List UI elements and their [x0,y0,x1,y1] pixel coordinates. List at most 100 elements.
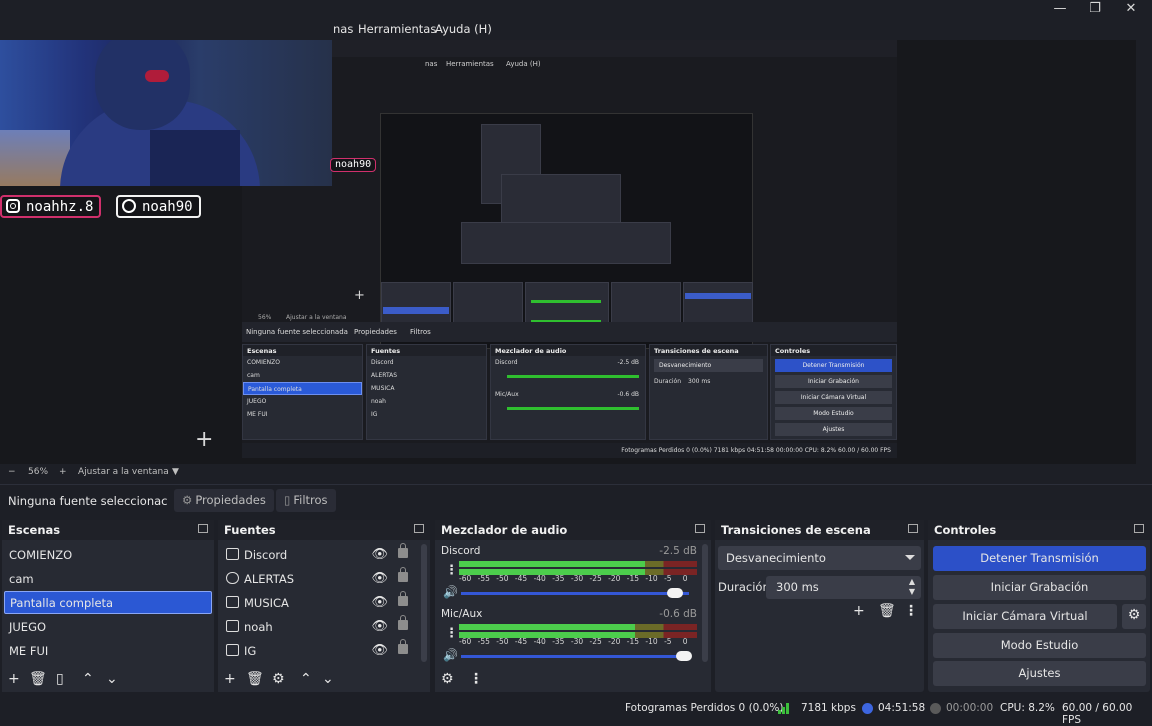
source-item-discord[interactable]: Discord 👁 [224,543,416,567]
trash-icon[interactable]: 🗑 [29,671,47,687]
lock-icon[interactable] [398,591,408,606]
scenes-title-label: Escenas [8,523,61,537]
status-bar: Fotogramas Perdidos 0 (0.0%) 7181 kbps 0… [0,696,1152,726]
slider-knob[interactable] [676,651,693,661]
crosshair-cursor-icon: + [195,427,214,452]
sources-footer: + 🗑 ⚙ ⌃ ⌄ [218,668,430,692]
menu-item-herramientas[interactable]: Herramientas [358,22,436,36]
scenes-footer: + 🗑 ▯ ⌃ ⌄ [2,668,214,692]
undock-icon[interactable] [414,524,424,533]
lock-icon[interactable] [398,543,408,558]
slider-track[interactable] [461,592,689,595]
sources-title: Fuentes [218,520,430,540]
maximize-icon[interactable]: ❐ [1078,0,1112,18]
volume-slider[interactable]: 🔊 [441,585,697,601]
lock-icon[interactable] [398,639,408,654]
chevron-up-icon[interactable]: ⌃ [82,671,94,687]
scene-item-comienzo[interactable]: COMIENZO [4,544,212,567]
lock-icon[interactable] [398,567,408,582]
slider-knob[interactable] [667,588,684,598]
transition-select[interactable]: Desvanecimiento [718,546,921,570]
kebab-menu-icon[interactable]: ⋮ [469,671,483,687]
speaker-icon[interactable]: 🔊 [443,585,458,599]
gear-icon[interactable]: ⚙ [272,671,285,687]
stop-streaming-button[interactable]: Detener Transmisión [933,546,1146,571]
nested-scenes-title: Escenas [243,345,362,356]
scene-item-me-fui[interactable]: ME FUI [4,640,212,663]
filter-icon[interactable]: ▯ [56,671,64,687]
zoom-in-button[interactable]: + [59,467,67,477]
lock-icon[interactable] [398,615,408,630]
stream-preview[interactable]: nas Herramientas Ayuda (H) 56% Ajustar a… [0,40,1136,464]
nested-transitions-title: Transiciones de escena [650,345,767,356]
chevron-down-icon[interactable]: ▼ [172,467,179,477]
close-icon[interactable]: ✕ [1114,0,1148,18]
chevron-up-icon[interactable]: ⌃ [300,671,312,687]
start-recording-button[interactable]: Iniciar Grabación [933,575,1146,600]
undock-icon[interactable] [908,524,918,533]
gear-icon[interactable]: ⚙ [1122,604,1146,629]
mixer-scrollbar[interactable] [702,544,708,662]
source-label: noah [244,620,273,634]
stream-time: 04:51:58 [878,702,926,714]
chevron-down-icon[interactable]: ⌄ [322,671,334,687]
kebab-menu-icon[interactable]: ⋮ [445,563,458,578]
preview-scrollbar[interactable] [1136,40,1152,464]
scene-item-juego[interactable]: JUEGO [4,616,212,639]
nested-sources-title: Fuentes [367,345,486,356]
fit-to-window-button[interactable]: Ajustar a la ventana [78,467,169,477]
mixer-settings-icon[interactable]: ⚙ [441,671,454,687]
nested-status-bar: Fotogramas Perdidos 0 (0.0%) 7181 kbps 0… [242,443,897,458]
volume-slider[interactable]: 🔊 [441,648,697,664]
chevron-down-icon[interactable]: ⌄ [106,671,118,687]
chevron-down-icon[interactable]: ▼ [909,587,915,596]
source-item-noah[interactable]: noah 👁 [224,615,416,639]
studio-mode-button[interactable]: Modo Estudio [933,633,1146,658]
properties-button[interactable]: ⚙ Propiedades [174,489,274,512]
settings-button[interactable]: Ajustes [933,661,1146,686]
source-item-alertas[interactable]: ALERTAS 👁 [224,567,416,591]
menu-item-escenas[interactable]: nas [333,22,353,36]
trash-icon[interactable]: 🗑 [246,671,264,687]
sources-scrollbar[interactable] [421,544,427,662]
eye-icon[interactable]: 👁 [371,643,388,658]
nested-controls-title: Controles [771,345,896,356]
menu-item-ayuda[interactable]: Ayuda (H) [435,22,492,36]
trash-icon[interactable]: 🗑 [878,603,896,619]
eye-icon[interactable]: 👁 [371,547,388,562]
add-source-icon[interactable]: + [224,671,236,687]
eye-icon[interactable]: 👁 [371,595,388,610]
scene-item-pantalla-completa[interactable]: Pantalla completa [4,591,212,614]
filters-button[interactable]: ▯ Filtros [276,489,336,512]
headset-icon [145,70,169,82]
nested-source-bar: Ninguna fuente seleccionada Propiedades … [242,322,897,342]
meter-tick-label: -60 [459,574,472,583]
start-virtual-camera-button[interactable]: Iniciar Cámara Virtual [933,604,1117,629]
nested-scene-item: cam [247,372,260,379]
undock-icon[interactable] [198,524,208,533]
scene-item-cam[interactable]: cam [4,568,212,591]
duration-spinbox[interactable]: 300 ms ▲ ▼ [766,576,921,599]
nested-transitions-dock: Transiciones de escena Desvanecimiento D… [649,344,768,440]
undock-icon[interactable] [1134,524,1144,533]
discord-tag: noah90 [116,195,201,218]
nested-source-item: noah [371,398,386,405]
kebab-menu-icon[interactable]: ⋮ [445,626,458,641]
nested-scenes-dock: Escenas COMIENZO cam Pantalla completa J… [242,344,363,440]
speaker-icon[interactable]: 🔊 [443,648,458,662]
kebab-menu-icon[interactable]: ⋮ [904,603,918,619]
eye-icon[interactable]: 👁 [371,571,388,586]
source-toolbar: Ninguna fuente seleccionac ⚙ Propiedades … [0,484,1152,516]
minimize-icon[interactable]: — [1043,0,1077,18]
chevron-up-icon[interactable]: ▲ [909,577,915,586]
zoom-out-button[interactable]: − [8,467,16,477]
undock-icon[interactable] [695,524,705,533]
add-scene-icon[interactable]: + [8,671,20,687]
slider-track[interactable] [461,655,689,658]
source-item-musica[interactable]: MUSICA 👁 [224,591,416,615]
source-item-ig[interactable]: IG 👁 [224,639,416,663]
eye-icon[interactable]: 👁 [371,619,388,634]
record-time: 00:00:00 [946,702,994,714]
add-transition-icon[interactable]: + [853,603,865,619]
volume-meter [459,624,697,630]
